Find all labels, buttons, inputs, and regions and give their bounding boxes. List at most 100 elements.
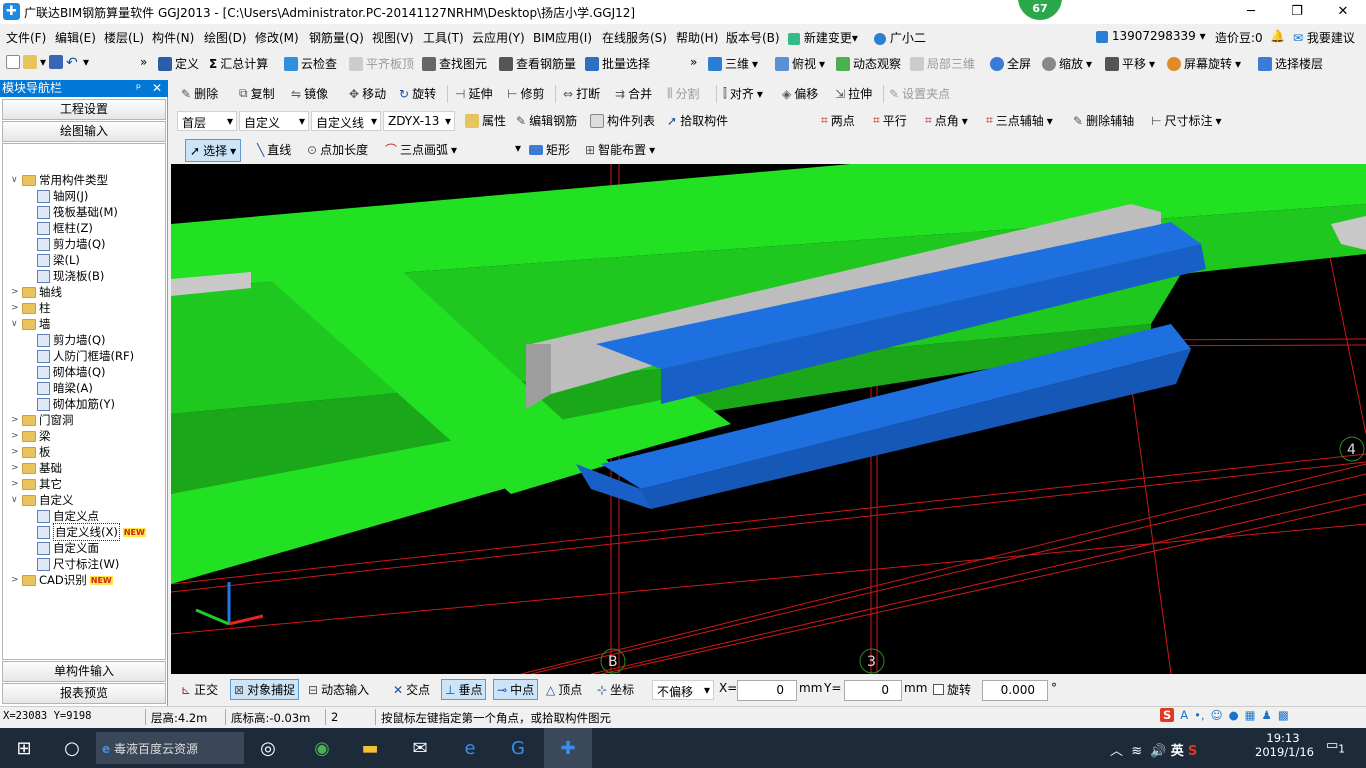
- file-quick-buttons[interactable]: ▾ ↶ ▾: [6, 55, 89, 71]
- properties-button[interactable]: 属性: [465, 112, 506, 129]
- single-component-input-button[interactable]: 单构件输入: [2, 661, 166, 682]
- chevron-right-icon[interactable]: >: [11, 303, 19, 313]
- tree-item[interactable]: 自定义面: [37, 540, 99, 556]
- perpendicular-button[interactable]: ⊥ 垂点: [441, 679, 487, 700]
- ggj-app-icon[interactable]: ✚: [544, 728, 592, 768]
- tree-item[interactable]: ∨ 常用构件类型: [11, 172, 108, 188]
- screen-rotate-button[interactable]: 屏幕旋转 ▾: [1167, 55, 1241, 72]
- arc-options-chevron-icon[interactable]: ▾: [515, 141, 521, 155]
- chevron-down-icon[interactable]: ∨: [11, 175, 19, 185]
- tree-item[interactable]: 自定义线(X) NEW: [37, 523, 146, 541]
- tree-item[interactable]: 框柱(Z): [37, 220, 93, 236]
- pin-icon[interactable]: ᵖ: [136, 80, 141, 97]
- delete-button[interactable]: ✎ 删除: [181, 85, 218, 102]
- cortana-icon[interactable]: ○: [48, 728, 96, 768]
- y-input[interactable]: 0: [844, 680, 902, 701]
- select-floor-button[interactable]: 选择楼层: [1258, 55, 1323, 72]
- chevron-right-icon[interactable]: >: [11, 287, 19, 297]
- tree-item[interactable]: > 基础: [11, 460, 62, 476]
- tree-item[interactable]: ∨ 墙: [11, 316, 51, 332]
- chevron-right-icon[interactable]: >: [11, 447, 19, 457]
- tree-item[interactable]: 轴网(J): [37, 188, 88, 204]
- tree-item[interactable]: 剪力墙(Q): [37, 332, 106, 348]
- tree-item[interactable]: 砌体墙(Q): [37, 364, 106, 380]
- menu-tools[interactable]: 工具(T): [423, 29, 464, 46]
- define-button[interactable]: 定义: [158, 55, 199, 72]
- type-select[interactable]: 自定义 ▾: [239, 111, 309, 131]
- menu-modify[interactable]: 修改(M): [255, 29, 299, 46]
- smart-layout-button[interactable]: ⊞ 智能布置 ▾: [585, 141, 655, 158]
- select-button[interactable]: ➚ 选择 ▾: [185, 139, 242, 162]
- overflow-chevron-icon-2[interactable]: »: [690, 55, 697, 69]
- rectangle-button[interactable]: 矩形: [529, 141, 570, 158]
- chevron-down-icon[interactable]: ∨: [11, 319, 19, 329]
- coordinate-button[interactable]: ⊹ 坐标: [597, 681, 634, 698]
- 3d-viewport[interactable]: B 3 4: [171, 164, 1366, 674]
- tree-item[interactable]: > 门窗洞: [11, 412, 74, 428]
- menu-online[interactable]: 在线服务(S): [602, 29, 667, 46]
- tree-item[interactable]: 梁(L): [37, 252, 80, 268]
- start-icon[interactable]: ⊞: [0, 728, 48, 768]
- report-preview-button[interactable]: 报表预览: [2, 683, 166, 704]
- menu-bim[interactable]: BIM应用(I): [533, 29, 592, 46]
- bell-icon[interactable]: 🔔: [1270, 29, 1285, 43]
- menu-version[interactable]: 版本号(B): [726, 29, 780, 46]
- batch-select-button[interactable]: 批量选择: [585, 55, 650, 72]
- drawing-input-button[interactable]: 绘图输入: [2, 121, 166, 142]
- merge-button[interactable]: ⇉ 合并: [615, 85, 652, 102]
- taskbar-search[interactable]: e 毒液百度云资源: [96, 732, 244, 764]
- maximize-button[interactable]: ❐: [1274, 0, 1320, 24]
- price-beans[interactable]: 造价豆:0: [1215, 29, 1263, 46]
- suggest-button[interactable]: ✉ 我要建议: [1293, 29, 1355, 46]
- tree-item[interactable]: > CAD识别 NEW: [11, 572, 113, 588]
- subtype-select[interactable]: 自定义线 ▾: [311, 111, 381, 131]
- clock[interactable]: 19:13 2019/1/16: [1255, 731, 1314, 759]
- glodon-g-icon[interactable]: G: [494, 728, 542, 768]
- point-length-button[interactable]: ⊙ 点加长度: [307, 141, 368, 158]
- tree-item[interactable]: 筏板基础(M): [37, 204, 118, 220]
- vertex-button[interactable]: △ 顶点: [546, 681, 582, 698]
- dimension-button[interactable]: ⊢ 尺寸标注 ▾: [1151, 112, 1222, 129]
- dynamic-input-button[interactable]: ⊟ 动态输入: [308, 681, 369, 698]
- tree-item[interactable]: > 板: [11, 444, 51, 460]
- three-point-arc-button[interactable]: ⌒ 三点画弧 ▾: [385, 141, 457, 158]
- component-list-button[interactable]: 构件列表: [590, 112, 655, 129]
- view-rebar-button[interactable]: 查看钢筋量: [499, 55, 576, 72]
- file-explorer-icon[interactable]: ▬: [346, 728, 394, 768]
- tree-item[interactable]: > 梁: [11, 428, 51, 444]
- summary-calc-button[interactable]: Σ 汇总计算: [209, 55, 268, 72]
- cloud-check-button[interactable]: 云检查: [284, 55, 337, 72]
- tray-icons[interactable]: ︿ ≋ 🔊 英 S: [1110, 740, 1197, 759]
- midpoint-button[interactable]: ⊸ 中点: [493, 679, 539, 700]
- zoom-button[interactable]: 缩放 ▾: [1042, 55, 1092, 72]
- top-view-button[interactable]: 俯视 ▾: [775, 55, 825, 72]
- menu-component[interactable]: 构件(N): [152, 29, 194, 46]
- trim-button[interactable]: ⊢ 修剪: [507, 85, 544, 102]
- tree-item[interactable]: 暗梁(A): [37, 380, 93, 396]
- tree-item[interactable]: ∨ 自定义: [11, 492, 74, 508]
- ime-toolbar[interactable]: S A •, ☺ ● ▦ ♟ ▩: [1160, 708, 1289, 722]
- rotate-button[interactable]: ↻ 旋转: [399, 85, 436, 102]
- local-3d-button[interactable]: 局部三维: [910, 55, 975, 72]
- chevron-down-icon[interactable]: ∨: [11, 495, 19, 505]
- project-settings-button[interactable]: 工程设置: [2, 99, 166, 120]
- align-button[interactable]: ⫿ 对齐 ▾: [723, 85, 763, 102]
- tree-item[interactable]: 剪力墙(Q): [37, 236, 106, 252]
- tree-item[interactable]: 现浇板(B): [37, 268, 104, 284]
- break-button[interactable]: ⇔ 打断: [563, 85, 600, 102]
- ortho-button[interactable]: ⊾ 正交: [181, 681, 218, 698]
- set-grip-button[interactable]: ✎ 设置夹点: [889, 85, 950, 102]
- tree-item[interactable]: > 柱: [11, 300, 51, 316]
- tree-item[interactable]: 人防门框墙(RF): [37, 348, 134, 364]
- menu-help[interactable]: 帮助(H): [676, 29, 718, 46]
- close-button[interactable]: ✕: [1320, 0, 1366, 24]
- intersection-button[interactable]: ✕ 交点: [393, 681, 430, 698]
- 3d-view-button[interactable]: 三维 ▾: [708, 55, 758, 72]
- component-name-select[interactable]: ZDYX-13 ▾: [383, 111, 455, 131]
- minimize-button[interactable]: ─: [1228, 0, 1274, 24]
- tree-item[interactable]: 尺寸标注(W): [37, 556, 119, 572]
- orbit-button[interactable]: 动态观察: [836, 55, 901, 72]
- pick-component-button[interactable]: ➚ 拾取构件: [667, 112, 728, 129]
- notification-icon[interactable]: ▭1: [1326, 738, 1345, 756]
- menu-view[interactable]: 视图(V): [372, 29, 414, 46]
